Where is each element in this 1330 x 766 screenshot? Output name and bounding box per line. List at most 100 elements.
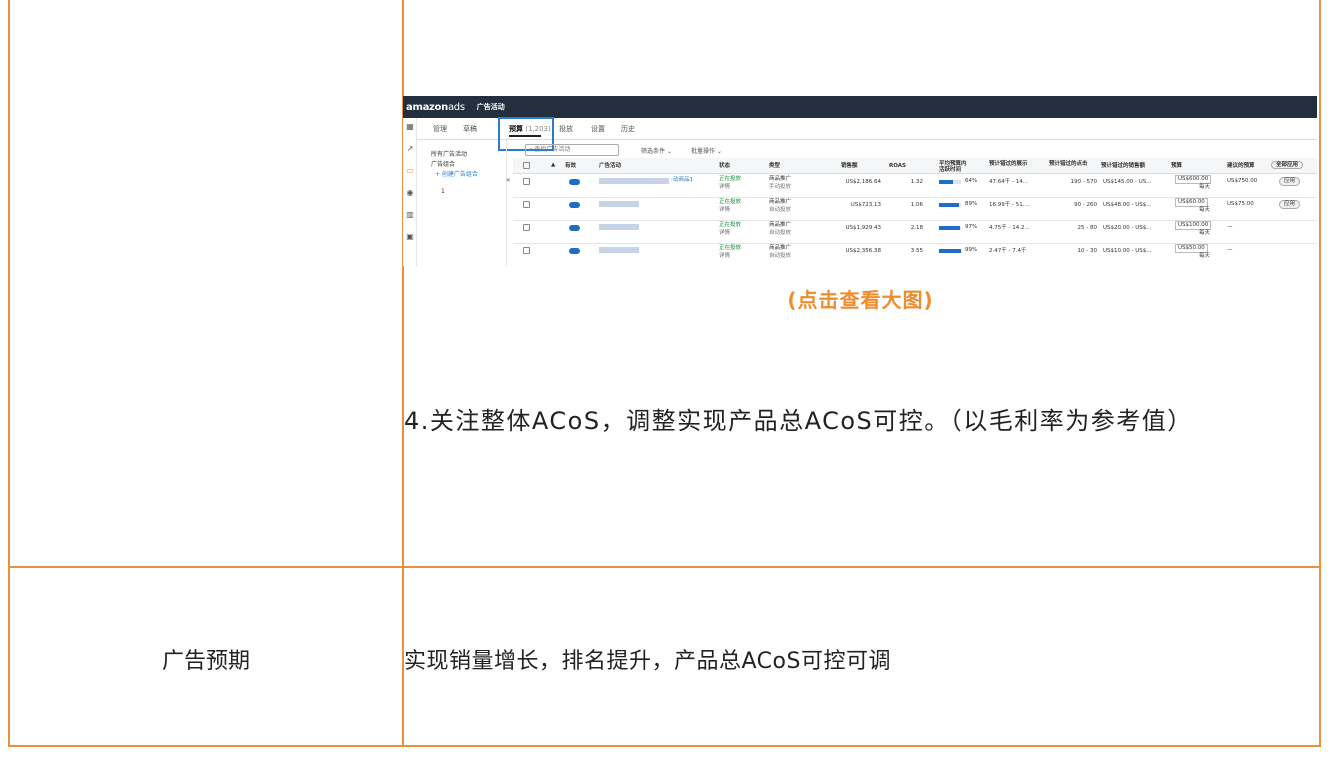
campaign-name[interactable] bbox=[599, 224, 639, 230]
col-missed-sales[interactable]: 预计错过的销售额 bbox=[1101, 163, 1145, 169]
status-label: 正在投放 bbox=[719, 176, 742, 182]
row-checkbox[interactable] bbox=[523, 178, 530, 185]
tab-targeting[interactable]: 投放 bbox=[559, 124, 573, 134]
apply-button[interactable]: 应用 bbox=[1279, 200, 1301, 209]
suggested-budget: — bbox=[1227, 224, 1233, 230]
col-missed-impressions[interactable]: 预计错过的展示 bbox=[989, 161, 1029, 167]
suggested-budget: — bbox=[1227, 247, 1233, 253]
embedded-screenshot[interactable]: amazonads 广告活动 ▦ ↗ ▭ ◉ ▥ ▣ 管理 草稿 预算 (1,2… bbox=[403, 96, 1317, 266]
table-row[interactable]: 正在投放 详情 商品推广 自动投放 US$723.13 1.06 89% 16.99千 - 5… bbox=[513, 197, 1317, 221]
type-label: 商品推广 bbox=[769, 245, 792, 251]
budget-input[interactable]: US$60.00 bbox=[1175, 198, 1208, 207]
campaign-name[interactable] bbox=[599, 201, 639, 207]
roas-value: 1.32 bbox=[910, 179, 923, 185]
roas-value: 2.18 bbox=[910, 225, 923, 231]
sales-value: US$2,356.38 bbox=[845, 248, 881, 254]
budget-input[interactable]: US$100.00 bbox=[1175, 221, 1212, 230]
row-checkbox[interactable] bbox=[523, 201, 530, 208]
table-row[interactable]: 正在投放 详情 商品推广 自动投放 US$1,929.43 2.18 97% 4.75千 - … bbox=[513, 220, 1317, 244]
col-type[interactable]: 类型 bbox=[769, 163, 780, 169]
campaign-name[interactable] bbox=[599, 247, 639, 253]
detail-link[interactable]: 详情 bbox=[719, 184, 730, 191]
budget-period: 每天 bbox=[1199, 184, 1211, 190]
active-toggle[interactable] bbox=[569, 179, 580, 185]
table-row[interactable]: -动商品1 正在投放 详情 商品推广 手动投放 US$2,186.64 1.32 64% 47.… bbox=[513, 174, 1317, 198]
search-input[interactable]: ⌕ 查找广告活动 bbox=[525, 144, 619, 156]
sales-value: US$1,929.43 bbox=[845, 225, 881, 231]
detail-link[interactable]: 详情 bbox=[719, 207, 730, 214]
active-toggle[interactable] bbox=[569, 225, 580, 231]
icon-rail: ▦ ↗ ▭ ◉ ▥ ▣ bbox=[403, 118, 417, 266]
col-budget[interactable]: 预算 bbox=[1171, 163, 1182, 169]
col-active: 有效 bbox=[565, 163, 577, 169]
active-pct: 99% bbox=[965, 247, 978, 253]
detail-link[interactable]: 详情 bbox=[719, 230, 730, 237]
filter-dropdown[interactable]: 筛选条件 ⌄ bbox=[641, 146, 672, 155]
budget-input[interactable]: US$600.00 bbox=[1175, 175, 1212, 184]
table-row-divider bbox=[8, 566, 1321, 568]
table-row[interactable]: 正在投放 详情 商品推广 自动投放 US$2,356.38 3.55 99% 2.47千 - … bbox=[513, 243, 1317, 266]
campaign-icon[interactable]: ▭ bbox=[405, 166, 415, 175]
active-pct: 64% bbox=[965, 178, 978, 184]
suggested-budget: US$75.00 bbox=[1227, 201, 1254, 207]
grid-icon[interactable]: ▦ bbox=[405, 122, 415, 131]
col-sales[interactable]: 销售额 bbox=[841, 163, 858, 169]
missed-sales: US$10.00 - US$... bbox=[1103, 248, 1152, 254]
apply-button[interactable]: 应用 bbox=[1279, 177, 1301, 186]
nav-portfolios[interactable]: 广告组合 bbox=[431, 159, 455, 168]
left-nav: 所有广告活动 广告组合 + 创建广告组合 1 bbox=[417, 140, 507, 266]
suggested-budget: US$750.00 bbox=[1227, 178, 1258, 184]
tab-history[interactable]: 历史 bbox=[621, 124, 635, 134]
apply-all-button[interactable]: 全部应用 bbox=[1271, 161, 1304, 169]
type-label: 商品推广 bbox=[769, 222, 792, 228]
active-toggle[interactable] bbox=[569, 202, 580, 208]
tab-bar: 管理 草稿 预算 (1,203) 投放 设置 历史 bbox=[417, 117, 1317, 151]
active-toggle[interactable] bbox=[569, 248, 580, 254]
row-checkbox[interactable] bbox=[523, 224, 530, 231]
col-roas[interactable]: ROAS bbox=[889, 163, 906, 169]
create-portfolio-link[interactable]: + 创建广告组合 bbox=[435, 169, 478, 178]
status-label: 正在投放 bbox=[719, 245, 742, 251]
nav-all-campaigns[interactable]: 所有广告活动 bbox=[431, 149, 467, 158]
campaign-name-suffix[interactable]: -动商品1 bbox=[671, 177, 693, 184]
trend-icon[interactable]: ↗ bbox=[405, 144, 415, 153]
active-bar-fill bbox=[939, 180, 954, 184]
media-icon[interactable]: ▣ bbox=[405, 232, 415, 241]
bar-chart-icon[interactable]: ▥ bbox=[405, 210, 415, 219]
missed-sales: US$48.00 - US$... bbox=[1103, 202, 1152, 208]
select-all-checkbox[interactable] bbox=[523, 162, 530, 169]
budget-input[interactable]: US$50.00 bbox=[1175, 244, 1208, 253]
budget-period: 每天 bbox=[1199, 207, 1211, 213]
col-missed-clicks[interactable]: 预计错过的点击 bbox=[1049, 161, 1089, 167]
status-label: 正在投放 bbox=[719, 199, 742, 205]
col-suggested-budget[interactable]: 建议的预算 bbox=[1227, 163, 1255, 169]
col-status[interactable]: 状态 bbox=[719, 163, 730, 169]
table-border-right bbox=[1319, 0, 1321, 747]
detail-link[interactable]: 详情 bbox=[719, 253, 730, 260]
tab-manage[interactable]: 管理 bbox=[433, 124, 447, 134]
portfolio-item[interactable]: 1 bbox=[441, 188, 445, 195]
targeting-label: 自动投放 bbox=[769, 230, 792, 236]
col-campaign[interactable]: 广告活动 bbox=[599, 163, 621, 169]
row-checkbox[interactable] bbox=[523, 247, 530, 254]
missed-clicks: 90 - 260 bbox=[1074, 202, 1097, 208]
view-large-image-link[interactable]: (点击查看大图) bbox=[404, 284, 1317, 313]
active-pct: 89% bbox=[965, 201, 978, 207]
col-active-time[interactable]: 平均预算内活跃时间 bbox=[939, 161, 969, 173]
campaign-name[interactable] bbox=[599, 178, 669, 184]
sales-value: US$723.13 bbox=[850, 202, 881, 208]
tab-drafts[interactable]: 草稿 bbox=[463, 124, 477, 134]
tab-settings[interactable]: 设置 bbox=[591, 124, 605, 134]
shield-icon[interactable]: ◉ bbox=[405, 188, 415, 197]
active-pct: 97% bbox=[965, 224, 978, 230]
active-bar-fill bbox=[939, 226, 961, 230]
row-value: 实现销量增长，排名提升，产品总ACoS可控可调 bbox=[404, 649, 891, 674]
warning-icon: ▲ bbox=[551, 162, 556, 168]
missed-impressions: 16.99千 - 51.... bbox=[989, 202, 1030, 208]
missed-impressions: 47.64千 - 14... bbox=[989, 179, 1028, 185]
budget-period: 每天 bbox=[1199, 253, 1211, 259]
active-bar-fill bbox=[939, 249, 961, 253]
batch-actions-dropdown[interactable]: 批量操作 ⌄ bbox=[691, 146, 722, 155]
table-border-bottom bbox=[8, 745, 1321, 747]
type-label: 商品推广 bbox=[769, 199, 792, 205]
